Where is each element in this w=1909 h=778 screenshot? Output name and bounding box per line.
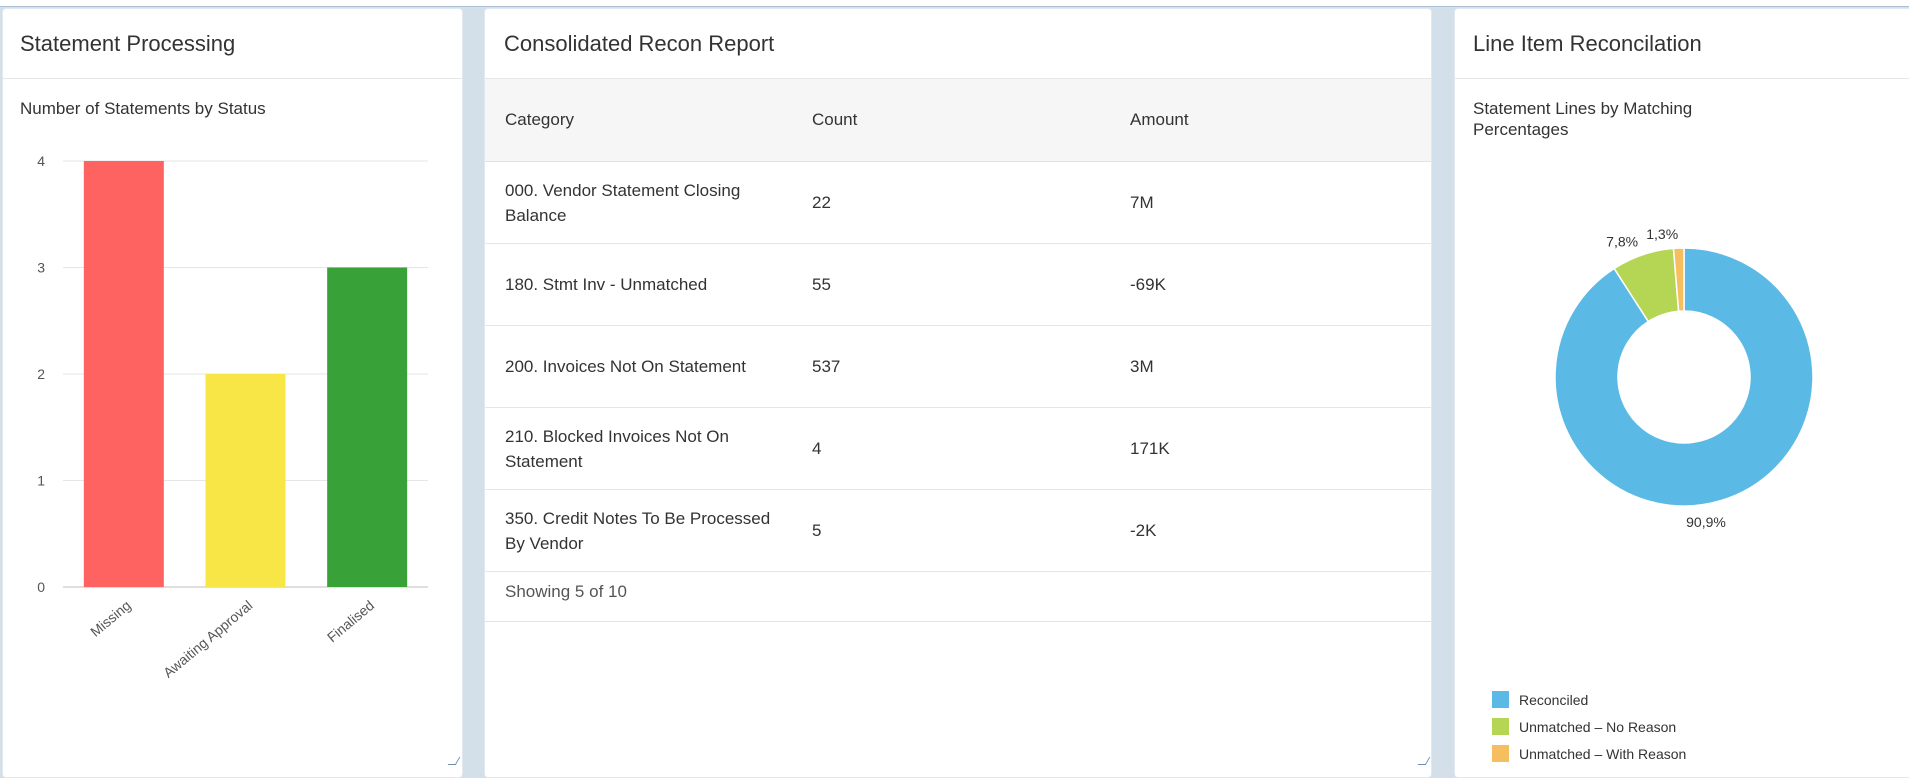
category-cell: 200. Invoices Not On Statement	[485, 325, 794, 408]
bar-missing	[83, 161, 164, 587]
count-cell: 537	[794, 325, 1112, 408]
donut-chart: 90,9% 7,8% 1,3%	[1554, 226, 1814, 530]
y-tick-label: 3	[37, 260, 45, 276]
amount-cell: 171K	[1112, 407, 1431, 490]
line-item-panel: Line Item Reconcilation Statement Lines …	[1454, 8, 1909, 778]
category-cell: 000. Vendor Statement Closing Balance	[485, 161, 794, 244]
y-tick-label: 2	[37, 366, 45, 382]
y-tick-label: 0	[37, 579, 45, 595]
legend-label: Reconciled	[1519, 691, 1589, 708]
legend-item[interactable]: Reconciled	[1492, 686, 1686, 713]
legend-swatch	[1492, 745, 1509, 762]
recon-table: Category Count Amount 000. Vendor Statem…	[485, 79, 1431, 572]
table-row[interactable]: 180. Stmt Inv - Unmatched 55 -69K	[485, 243, 1431, 326]
x-tick-label: Finalised	[324, 597, 377, 645]
column-header-category[interactable]: Category	[485, 79, 794, 162]
top-border	[0, 0, 1909, 7]
pagination-status: Showing 5 of 10	[505, 582, 627, 601]
table-row[interactable]: 000. Vendor Statement Closing Balance 22…	[485, 161, 1431, 244]
bar-chart: 0 1 2 3 4 Missing Awaiting Approval Finalised	[37, 153, 428, 681]
legend-label: Unmatched – No Reason	[1519, 718, 1677, 735]
slice-label: 90,9%	[1686, 514, 1726, 530]
table-header-row: Category Count Amount	[485, 79, 1431, 162]
y-tick-label: 1	[37, 473, 45, 489]
bar-awaiting-approval	[205, 374, 286, 587]
bar-finalised	[327, 267, 408, 587]
legend-swatch	[1492, 718, 1509, 735]
recon-report-panel: Consolidated Recon Report Category Count…	[484, 8, 1432, 778]
count-cell: 5	[794, 489, 1112, 572]
amount-cell: -2K	[1112, 489, 1431, 572]
statement-processing-panel: Statement Processing Number of Statement…	[2, 8, 463, 778]
x-tick-label: Missing	[87, 597, 134, 640]
count-cell: 55	[794, 243, 1112, 326]
column-header-amount[interactable]: Amount	[1112, 79, 1431, 162]
amount-cell: 7M	[1112, 161, 1431, 244]
y-tick-label: 4	[37, 153, 45, 169]
amount-cell: -69K	[1112, 243, 1431, 326]
slice-label: 7,8%	[1606, 234, 1638, 250]
slice-label: 1,3%	[1646, 226, 1678, 242]
count-cell: 4	[794, 407, 1112, 490]
legend-item[interactable]: Unmatched – No Reason	[1492, 713, 1686, 740]
x-tick-label: Awaiting Approval	[160, 597, 255, 681]
resize-handle[interactable]	[449, 756, 459, 766]
column-header-count[interactable]: Count	[794, 79, 1112, 162]
amount-cell: 3M	[1112, 325, 1431, 408]
table-row[interactable]: 350. Credit Notes To Be Processed By Ven…	[485, 489, 1431, 572]
chart-legend: Reconciled Unmatched – No Reason Unmatched…	[1492, 686, 1686, 767]
count-cell: 22	[794, 161, 1112, 244]
table-row[interactable]: 210. Blocked Invoices Not On Statement 4…	[485, 407, 1431, 490]
legend-label: Unmatched – With Reason	[1519, 745, 1687, 762]
panel-title: Consolidated Recon Report	[485, 9, 1431, 79]
legend-item[interactable]: Unmatched – With Reason	[1492, 740, 1686, 767]
category-cell: 180. Stmt Inv - Unmatched	[485, 243, 794, 326]
table-row[interactable]: 200. Invoices Not On Statement 537 3M	[485, 325, 1431, 408]
category-cell: 350. Credit Notes To Be Processed By Ven…	[485, 489, 794, 572]
resize-handle[interactable]	[1419, 756, 1429, 766]
category-cell: 210. Blocked Invoices Not On Statement	[485, 407, 794, 490]
divider	[485, 621, 1431, 622]
legend-swatch	[1492, 691, 1509, 708]
